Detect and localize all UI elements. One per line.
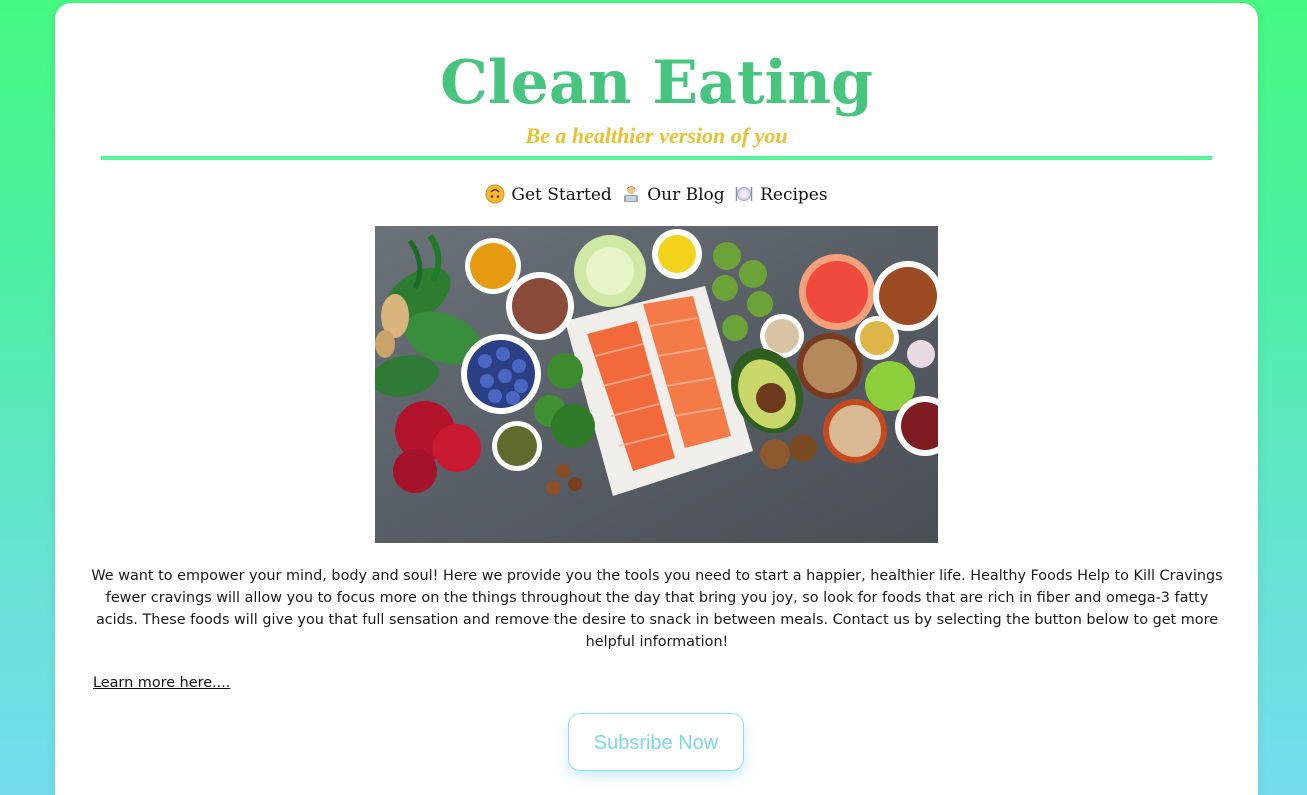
person-at-laptop-icon [624,186,639,202]
hero-image [375,226,938,543]
nav-item-label: Get Started [511,185,612,205]
intro-paragraph: We want to empower your mind, body and s… [91,568,1223,650]
page-tagline: Be a healthier version of you [525,123,788,148]
nav-item-label: Our Blog [647,185,725,205]
page-title: Clean Eating [440,48,873,118]
subscribe-button[interactable]: Subsribe Now [568,713,744,771]
nav-item-our-blog[interactable]: Our Blog [621,183,725,207]
healthy-food-illustration [375,226,938,543]
nav-item-label: Recipes [760,185,828,205]
upside-down-face-icon [485,184,505,204]
plate-with-cutlery-icon [735,187,753,201]
content-card: Clean Eating Be a healthier version of y… [55,3,1258,795]
nav-item-get-started[interactable]: Get Started [485,183,612,207]
header-divider [101,156,1212,160]
main-nav: Get Started Our Blog Recipes [55,183,1258,207]
learn-more-link[interactable]: Learn more here.... [93,672,230,694]
nav-item-recipes[interactable]: Recipes [734,183,828,207]
